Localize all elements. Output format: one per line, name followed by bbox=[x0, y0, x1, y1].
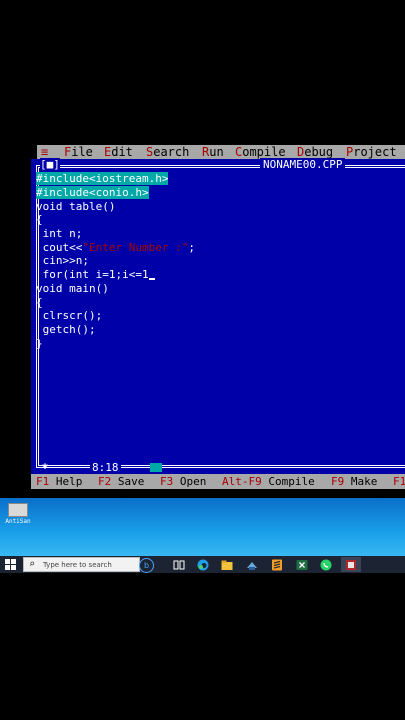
string-literal: "Enter Number :" bbox=[82, 241, 189, 254]
code-line[interactable]: #include<conio.h> bbox=[36, 186, 149, 200]
code-line[interactable]: cout<<"Enter Number :"; bbox=[36, 241, 195, 255]
search-icon: ⌕ bbox=[29, 559, 36, 570]
resize-star-icon[interactable]: ✱ bbox=[42, 461, 48, 472]
desktop-shortcut-icon[interactable]: AntiSan bbox=[4, 503, 32, 527]
function-key-bar: F1 Help F2 Save F3 Open Alt-F9 Compile F… bbox=[31, 474, 405, 489]
code-line[interactable]: for(int i=1;i<=1 bbox=[36, 268, 155, 282]
task-view-icon[interactable] bbox=[173, 559, 185, 571]
fkey-help-2[interactable]: F1 bbox=[393, 474, 405, 489]
menu-bar: ≡ File Edit Search Run Compile Debug Pro… bbox=[37, 145, 405, 159]
code-line[interactable]: #include<iostream.h> bbox=[36, 172, 169, 186]
excel-icon[interactable] bbox=[296, 559, 308, 571]
menu-edit[interactable]: Edit bbox=[104, 145, 133, 159]
fkey-save[interactable]: F2 Save bbox=[98, 474, 144, 489]
taskbar-search-box[interactable]: ⌕ Type here to search b bbox=[23, 557, 154, 573]
text-cursor bbox=[148, 277, 155, 280]
code-line[interactable]: } bbox=[36, 337, 43, 351]
whatsapp-icon[interactable] bbox=[320, 559, 332, 571]
menu-file[interactable]: File bbox=[64, 145, 93, 159]
edge-icon[interactable] bbox=[197, 559, 209, 571]
menu-search[interactable]: Search bbox=[146, 145, 189, 159]
code-line[interactable]: cin>>n; bbox=[36, 254, 89, 268]
menu-compile[interactable]: Compile bbox=[235, 145, 286, 159]
sublime-icon[interactable] bbox=[271, 559, 283, 571]
fkey-compile[interactable]: Alt-F9 Compile bbox=[222, 474, 315, 489]
close-window-icon[interactable]: [■] bbox=[40, 158, 60, 171]
desktop bbox=[0, 498, 405, 556]
app-icon[interactable] bbox=[246, 559, 258, 571]
menu-project[interactable]: Project bbox=[346, 145, 397, 159]
shortcut-image bbox=[8, 503, 28, 517]
fkey-help[interactable]: F1 Help bbox=[36, 474, 82, 489]
menu-debug[interactable]: Debug bbox=[297, 145, 333, 159]
file-explorer-icon[interactable] bbox=[221, 559, 233, 571]
cursor-position: 8:18 bbox=[90, 461, 121, 474]
shortcut-label: AntiSan bbox=[5, 518, 31, 525]
code-line[interactable]: void main() bbox=[36, 282, 109, 296]
file-title: NONAME00.CPP bbox=[260, 158, 346, 171]
windows-start-icon[interactable] bbox=[5, 559, 17, 571]
bing-icon[interactable]: b bbox=[139, 558, 154, 573]
code-line[interactable]: { bbox=[36, 296, 43, 310]
code-line[interactable]: int n; bbox=[36, 227, 83, 241]
code-line[interactable]: { bbox=[36, 213, 43, 227]
turbo-cpp-icon[interactable] bbox=[345, 559, 357, 571]
system-menu-icon[interactable]: ≡ bbox=[41, 145, 48, 159]
menu-run[interactable]: Run bbox=[202, 145, 224, 159]
fkey-make[interactable]: F9 Make bbox=[331, 474, 377, 489]
code-line[interactable]: clrscr(); bbox=[36, 309, 103, 323]
code-line[interactable]: void table() bbox=[36, 200, 115, 214]
search-placeholder: Type here to search bbox=[43, 561, 112, 569]
code-line[interactable]: getch(); bbox=[36, 323, 96, 337]
fkey-open[interactable]: F3 Open bbox=[160, 474, 206, 489]
horizontal-scrollbar[interactable] bbox=[150, 463, 162, 472]
